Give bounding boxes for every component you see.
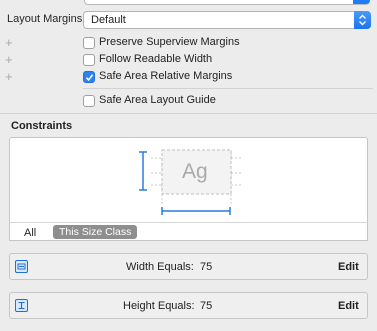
preserve-superview-margins-label: Preserve Superview Margins xyxy=(99,36,240,48)
preserve-superview-margins-checkbox[interactable] xyxy=(83,37,95,49)
size-class-this-segment[interactable]: This Size Class xyxy=(53,225,138,239)
follow-readable-width-label: Follow Readable Width xyxy=(99,53,213,65)
edit-button[interactable]: Edit xyxy=(338,261,359,273)
popup-up-down-arrows-icon xyxy=(354,11,371,29)
constraint-label: Height Equals: xyxy=(123,300,195,312)
constraints-title: Constraints xyxy=(11,120,73,132)
safe-area-layout-guide-checkbox[interactable] xyxy=(83,95,95,107)
edit-button[interactable]: Edit xyxy=(338,300,359,312)
constraint-value: 75 xyxy=(200,300,213,312)
size-class-all-segment[interactable]: All xyxy=(24,227,36,239)
safe-area-layout-guide-label: Safe Area Layout Guide xyxy=(99,94,216,106)
layout-margins-popup[interactable]: Default xyxy=(83,11,371,29)
top-popup-partial[interactable] xyxy=(84,0,370,5)
plus-icon[interactable]: + xyxy=(5,53,13,66)
preview-sample-text: Ag xyxy=(182,160,208,183)
constraint-value: 75 xyxy=(200,261,213,273)
constraint-row-height[interactable]: Height Equals: 75 Edit xyxy=(9,292,368,319)
follow-readable-width-checkbox[interactable] xyxy=(83,54,95,66)
width-constraint-icon xyxy=(15,260,28,273)
popup-arrows-icon xyxy=(353,0,370,4)
checkmark-icon xyxy=(85,74,94,82)
layout-margins-value: Default xyxy=(91,14,126,26)
safe-area-relative-margins-checkbox[interactable] xyxy=(83,71,95,83)
constraint-label: Width Equals: xyxy=(126,261,194,273)
plus-icon[interactable]: + xyxy=(5,36,13,49)
safe-area-relative-margins-label: Safe Area Relative Margins xyxy=(99,70,233,82)
constraint-row-width[interactable]: Width Equals: 75 Edit xyxy=(9,253,368,280)
divider xyxy=(83,88,373,89)
plus-icon[interactable]: + xyxy=(5,70,13,83)
layout-margins-label: Layout Margins xyxy=(7,13,83,25)
height-constraint-indicator xyxy=(139,151,147,191)
section-divider xyxy=(0,113,377,114)
height-constraint-icon xyxy=(15,299,28,312)
width-constraint-indicator xyxy=(161,207,231,215)
